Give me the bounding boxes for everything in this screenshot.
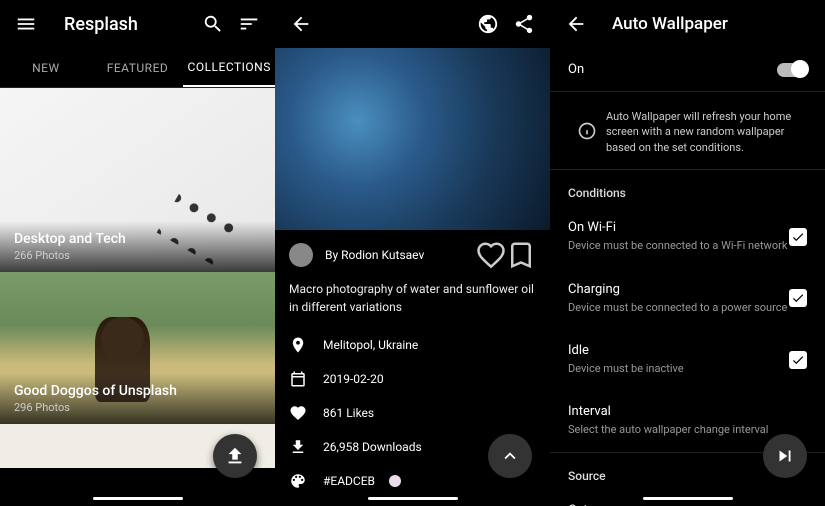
nav-handle: [93, 497, 183, 500]
palette-icon: [289, 472, 317, 490]
menu-icon[interactable]: [8, 6, 44, 42]
setting-master-switch[interactable]: On: [550, 48, 825, 92]
sort-icon[interactable]: [231, 6, 267, 42]
upload-button[interactable]: [213, 434, 257, 478]
setting-idle[interactable]: Idle Device must be inactive: [550, 329, 825, 390]
setting-info: Auto Wallpaper will refresh your home sc…: [550, 92, 825, 170]
tab-featured[interactable]: FEATURED: [92, 48, 184, 87]
search-icon[interactable]: [195, 6, 231, 42]
like-icon[interactable]: [476, 240, 506, 270]
checkbox-wifi[interactable]: [789, 228, 807, 246]
location-icon: [289, 336, 317, 354]
collection-title: Good Doggos of Unsplash: [14, 383, 261, 399]
globe-icon[interactable]: [470, 6, 506, 42]
calendar-icon: [289, 370, 317, 388]
info-icon: [568, 121, 606, 141]
heart-icon: [289, 404, 317, 422]
collection-card[interactable]: Good Doggos of Unsplash 296 Photos: [0, 272, 275, 424]
nav-handle: [368, 497, 458, 500]
page-title: Auto Wallpaper: [612, 14, 728, 34]
nav-handle: [643, 497, 733, 500]
share-icon[interactable]: [506, 6, 542, 42]
back-icon[interactable]: [558, 6, 594, 42]
expand-button[interactable]: [488, 434, 532, 478]
photo-description: Macro photography of water and sunflower…: [275, 280, 550, 328]
download-icon: [289, 438, 317, 456]
photo-preview[interactable]: [275, 48, 550, 230]
section-conditions: Conditions: [550, 170, 825, 206]
bookmark-icon[interactable]: [506, 240, 536, 270]
switch-on[interactable]: [777, 63, 807, 77]
setting-wifi[interactable]: On Wi-Fi Device must be connected to a W…: [550, 206, 825, 267]
checkbox-charging[interactable]: [789, 289, 807, 307]
color-swatch: [389, 475, 401, 487]
back-icon[interactable]: [283, 6, 319, 42]
tab-collections[interactable]: COLLECTIONS: [183, 48, 275, 87]
avatar[interactable]: [289, 243, 313, 267]
author-row: By Rodion Kutsaev: [275, 230, 550, 280]
collection-count: 296 Photos: [14, 401, 261, 414]
next-button[interactable]: [763, 434, 807, 478]
tab-bar: NEW FEATURED COLLECTIONS: [0, 48, 275, 88]
collection-count: 266 Photos: [14, 249, 261, 262]
setting-charging[interactable]: Charging Device must be connected to a p…: [550, 268, 825, 329]
author-name[interactable]: By Rodion Kutsaev: [325, 248, 476, 262]
collection-title: Desktop and Tech: [14, 231, 261, 247]
meta-location[interactable]: Melitopol, Ukraine: [275, 328, 550, 362]
meta-likes: 861 Likes: [275, 396, 550, 430]
tab-new[interactable]: NEW: [0, 48, 92, 87]
collection-list[interactable]: Desktop and Tech 266 Photos Good Doggos …: [0, 88, 275, 468]
checkbox-idle[interactable]: [789, 351, 807, 369]
app-title: Resplash: [64, 14, 195, 35]
appbar: Auto Wallpaper: [550, 0, 825, 48]
meta-date: 2019-02-20: [275, 362, 550, 396]
appbar: [275, 0, 550, 48]
collection-card[interactable]: Desktop and Tech 266 Photos: [0, 88, 275, 272]
appbar: Resplash: [0, 0, 275, 48]
